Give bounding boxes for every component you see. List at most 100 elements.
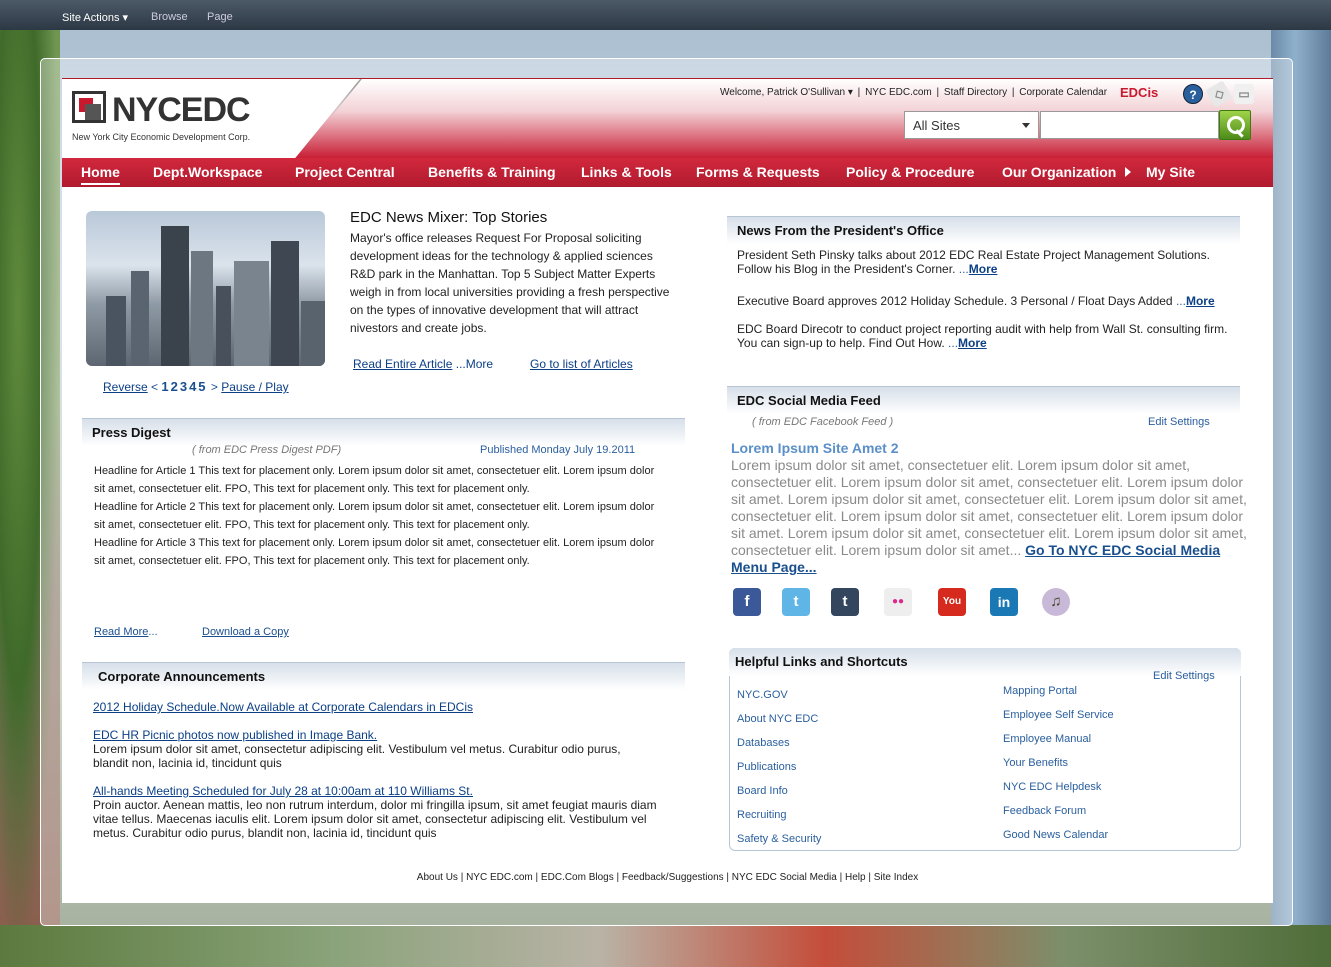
podcast-icon[interactable]: ♫ bbox=[1042, 588, 1070, 616]
main-nav: Home Dept.Workspace Project Central Bene… bbox=[62, 158, 1273, 187]
nav-links-tools[interactable]: Links & Tools bbox=[581, 164, 672, 180]
news-more-link[interactable]: ...More bbox=[456, 357, 493, 371]
background-street bbox=[0, 925, 1331, 967]
list-of-articles-link[interactable]: Go to list of Articles bbox=[530, 357, 633, 371]
social-header: EDC Social Media Feed bbox=[727, 386, 1240, 414]
link-good-news-calendar[interactable]: Good News Calendar bbox=[1003, 823, 1114, 847]
news-body: Mayor's office releases Request For Prop… bbox=[350, 231, 670, 335]
president-item-3: EDC Board Direcotr to conduct project re… bbox=[737, 322, 1228, 350]
link-recruiting[interactable]: Recruiting bbox=[737, 803, 821, 827]
news-title: EDC News Mixer: Top Stories bbox=[350, 209, 548, 226]
facebook-icon[interactable]: f bbox=[733, 588, 761, 616]
link-your-benefits[interactable]: Your Benefits bbox=[1003, 751, 1114, 775]
reverse-link[interactable]: Reverse bbox=[103, 380, 148, 394]
nav-dept-workspace[interactable]: Dept.Workspace bbox=[153, 164, 262, 180]
footer-nycedc[interactable]: NYC EDC.com bbox=[466, 872, 533, 883]
announcement-link-2[interactable]: EDC HR Picnic photos now published in Im… bbox=[93, 728, 658, 742]
twitter-icon[interactable]: t bbox=[782, 588, 810, 616]
nav-benefits-training[interactable]: Benefits & Training bbox=[428, 164, 556, 180]
next-arrow[interactable]: > bbox=[211, 380, 218, 394]
footer-blogs[interactable]: EDC.Com Blogs bbox=[541, 872, 614, 883]
nav-home[interactable]: Home bbox=[81, 164, 120, 185]
social-post: Lorem ipsum dolor sit amet, consectetuer… bbox=[731, 457, 1247, 576]
link-board-info[interactable]: Board Info bbox=[737, 779, 821, 803]
corporate-calendar-link[interactable]: Corporate Calendar bbox=[1019, 87, 1107, 98]
social-post-title[interactable]: Lorem Ipsum Site Amet 2 bbox=[731, 440, 899, 456]
press-article-2[interactable]: Headline for Article 2 This text for pla… bbox=[94, 498, 659, 534]
link-helpdesk[interactable]: NYC EDC Helpdesk bbox=[1003, 775, 1114, 799]
staff-directory-link[interactable]: Staff Directory bbox=[944, 87, 1007, 98]
president-more-2[interactable]: More bbox=[1186, 294, 1215, 308]
link-employee-self-service[interactable]: Employee Self Service bbox=[1003, 703, 1114, 727]
ribbon-bar: Site Actions ▾ Browse Page bbox=[0, 0, 1331, 30]
notes-icon[interactable]: ▭ bbox=[1234, 84, 1254, 104]
president-more-1[interactable]: More bbox=[969, 262, 998, 276]
press-digest-header: Press Digest bbox=[82, 418, 685, 446]
nav-project-central[interactable]: Project Central bbox=[295, 164, 395, 180]
logo-mark-icon bbox=[72, 91, 106, 123]
helpful-edit-settings[interactable]: Edit Settings bbox=[1153, 670, 1215, 682]
nav-policy-procedure[interactable]: Policy & Procedure bbox=[846, 164, 974, 180]
search-icon[interactable] bbox=[1219, 110, 1251, 140]
link-employee-manual[interactable]: Employee Manual bbox=[1003, 727, 1114, 751]
announcements-list: 2012 Holiday Schedule.Now Available at C… bbox=[93, 700, 658, 840]
linkedin-icon[interactable]: in bbox=[990, 588, 1018, 616]
tag-icon[interactable]: ◇ bbox=[1205, 80, 1233, 108]
nav-my-site[interactable]: My Site bbox=[1146, 164, 1195, 180]
nav-forms-requests[interactable]: Forms & Requests bbox=[696, 164, 820, 180]
press-article-3[interactable]: Headline for Article 3 This text for pla… bbox=[94, 534, 659, 570]
nav-our-organization[interactable]: Our Organization bbox=[1002, 164, 1116, 180]
link-safety-security[interactable]: Safety & Security bbox=[737, 827, 821, 851]
read-more-link[interactable]: Read More bbox=[94, 626, 148, 638]
search-scope-value: All Sites bbox=[913, 118, 960, 133]
link-mapping-portal[interactable]: Mapping Portal bbox=[1003, 679, 1114, 703]
footer-social-media[interactable]: NYC EDC Social Media bbox=[732, 872, 837, 883]
press-source: ( from EDC Press Digest PDF) bbox=[192, 444, 342, 456]
page-numbers[interactable]: 12345 bbox=[161, 379, 207, 394]
announcement-text-3: Proin auctor. Aenean mattis, leo non rut… bbox=[93, 798, 657, 840]
announcement-link-1[interactable]: 2012 Holiday Schedule.Now Available at C… bbox=[93, 700, 658, 714]
news-image[interactable] bbox=[86, 211, 325, 366]
link-nyc-gov[interactable]: NYC.GOV bbox=[737, 683, 821, 707]
browse-tab[interactable]: Browse bbox=[151, 11, 188, 23]
president-item-1: President Seth Pinsky talks about 2012 E… bbox=[737, 248, 1210, 276]
footer-site-index[interactable]: Site Index bbox=[874, 872, 918, 883]
download-copy-link[interactable]: Download a Copy bbox=[202, 626, 289, 638]
link-about-nyc-edc[interactable]: About NYC EDC bbox=[737, 707, 821, 731]
helpful-links-right: Mapping Portal Employee Self Service Emp… bbox=[1003, 679, 1114, 847]
press-article-1[interactable]: Headline for Article 1 This text for pla… bbox=[94, 462, 659, 498]
link-publications[interactable]: Publications bbox=[737, 755, 821, 779]
link-databases[interactable]: Databases bbox=[737, 731, 821, 755]
president-news-list: President Seth Pinsky talks about 2012 E… bbox=[737, 248, 1237, 350]
flickr-icon[interactable]: ●● bbox=[884, 588, 912, 616]
edcis-link[interactable]: EDCis bbox=[1120, 85, 1158, 100]
site-actions-menu[interactable]: Site Actions ▾ bbox=[62, 11, 128, 24]
welcome-menu[interactable]: Welcome, Patrick O'Sullivan ▾ bbox=[720, 87, 853, 98]
read-entire-article-link[interactable]: Read Entire Article bbox=[353, 357, 452, 371]
prev-arrow[interactable]: < bbox=[151, 380, 158, 394]
utility-links: Welcome, Patrick O'Sullivan ▾ | NYC EDC.… bbox=[720, 87, 1108, 98]
announcement-text-2: Lorem ipsum dolor sit amet, consectetur … bbox=[93, 742, 621, 770]
nycedc-link[interactable]: NYC EDC.com bbox=[865, 87, 932, 98]
footer-feedback[interactable]: Feedback/Suggestions bbox=[622, 872, 724, 883]
president-item-2: Executive Board approves 2012 Holiday Sc… bbox=[737, 294, 1215, 308]
footer-help[interactable]: Help bbox=[845, 872, 866, 883]
search-input[interactable] bbox=[1040, 111, 1219, 139]
site-header: NYCEDC New York City Economic Developmen… bbox=[62, 78, 1273, 159]
social-edit-settings[interactable]: Edit Settings bbox=[1148, 416, 1210, 428]
help-icon[interactable]: ? bbox=[1183, 84, 1203, 104]
logo-area[interactable]: NYCEDC New York City Economic Developmen… bbox=[62, 79, 360, 159]
link-feedback-forum[interactable]: Feedback Forum bbox=[1003, 799, 1114, 823]
page-tab[interactable]: Page bbox=[207, 11, 233, 23]
youtube-icon[interactable]: You bbox=[938, 588, 966, 616]
announcement-link-3[interactable]: All-hands Meeting Scheduled for July 28 … bbox=[93, 784, 658, 798]
chevron-right-icon[interactable] bbox=[1125, 167, 1131, 177]
search-scope-dropdown[interactable]: All Sites bbox=[904, 111, 1039, 139]
footer-about-us[interactable]: About Us bbox=[417, 872, 458, 883]
logo-subtitle: New York City Economic Development Corp. bbox=[72, 132, 251, 142]
president-header: News From the President's Office bbox=[727, 216, 1240, 244]
tumblr-icon[interactable]: t bbox=[831, 588, 859, 616]
chevron-down-icon bbox=[1022, 123, 1030, 128]
pause-play-link[interactable]: Pause / Play bbox=[221, 380, 288, 394]
president-more-3[interactable]: More bbox=[958, 336, 987, 350]
